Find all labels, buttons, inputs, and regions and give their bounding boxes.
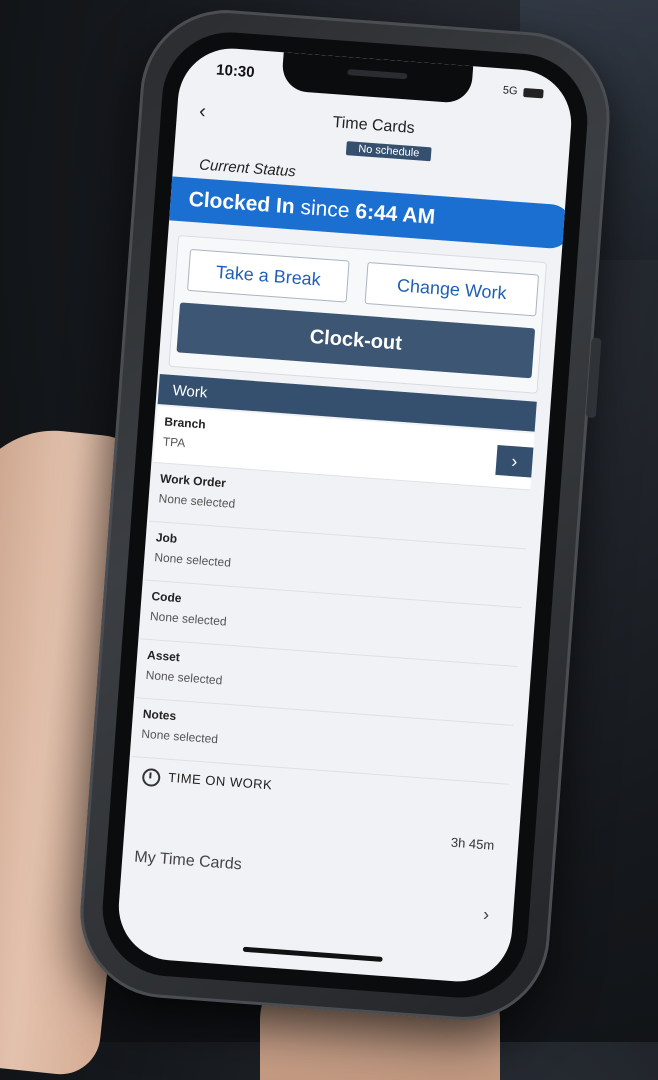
chevron-right-icon[interactable]: › <box>482 904 489 925</box>
since-time: 6:44 AM <box>354 199 436 229</box>
action-card: Take a Break Change Work Clock-out <box>168 235 548 394</box>
battery-icon <box>523 87 544 98</box>
work-fields-list: Branch TPA › Work Order None selected Jo… <box>131 405 535 785</box>
phone-screen: 10:30 5G ‹ Time Cards No schedule Curren… <box>115 44 575 986</box>
chevron-right-icon[interactable]: › <box>495 444 534 478</box>
network-label: 5G <box>502 84 518 98</box>
since-word: since <box>299 195 351 223</box>
current-status-label: Current Status <box>198 156 297 181</box>
take-break-button[interactable]: Take a Break <box>186 248 350 303</box>
my-time-cards-link[interactable]: My Time Cards <box>134 849 243 875</box>
clock-out-button[interactable]: Clock-out <box>176 302 536 379</box>
home-indicator[interactable] <box>242 946 383 962</box>
change-work-button[interactable]: Change Work <box>364 261 540 317</box>
clock-state: Clocked In <box>187 187 296 219</box>
time-on-work-value: 3h 45m <box>450 834 495 853</box>
clock-icon <box>141 767 161 788</box>
time-on-work-label: TIME ON WORK <box>167 769 273 793</box>
phone: 10:30 5G ‹ Time Cards No schedule Curren… <box>74 4 616 1026</box>
speaker <box>347 68 408 80</box>
status-time: 10:30 <box>215 61 256 82</box>
status-indicators: 5G <box>502 84 544 99</box>
